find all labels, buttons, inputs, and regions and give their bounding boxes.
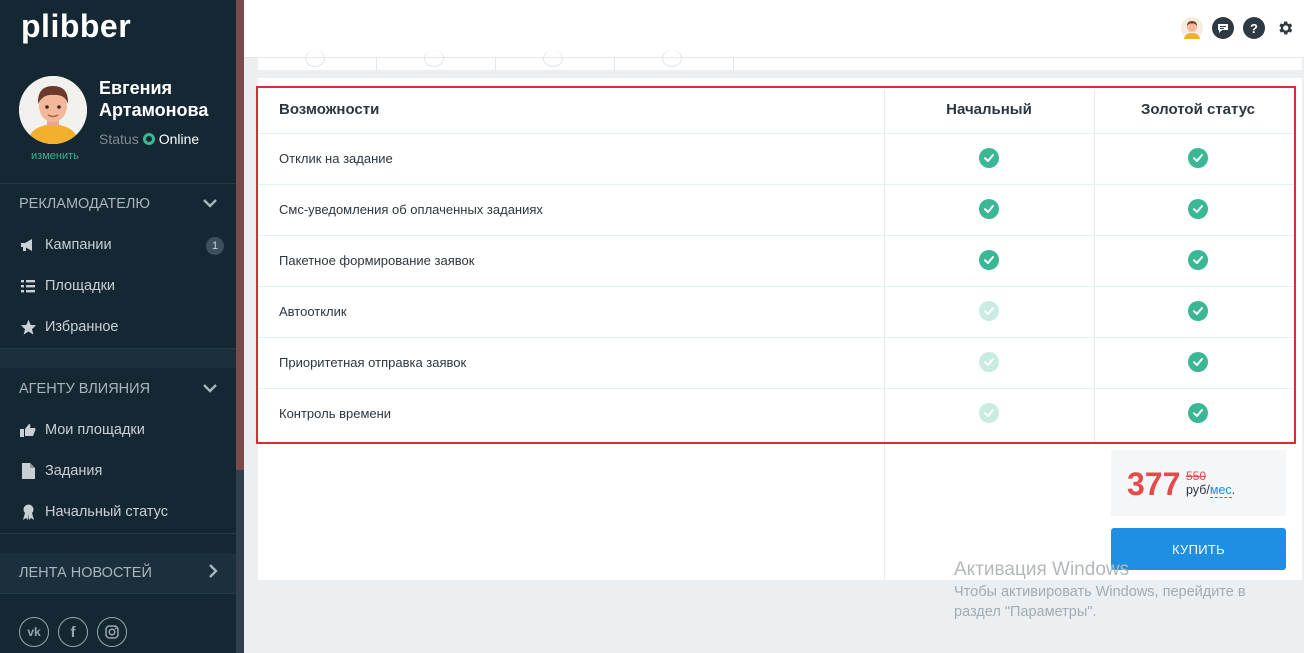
section-news-label: ЛЕНТА НОВОСТЕЙ	[19, 565, 152, 581]
sidebar: plibber изменить Евгения Артамонова Stat…	[0, 0, 244, 653]
chevron-down-icon	[202, 195, 218, 213]
status-label: Status	[99, 131, 139, 147]
document-icon	[19, 462, 37, 480]
sidebar-item-label: Избранное	[45, 319, 119, 335]
avatar[interactable]	[19, 76, 87, 144]
list-icon	[19, 277, 37, 295]
sidebar-scroll-track	[236, 470, 244, 653]
buy-button[interactable]: КУПИТЬ	[1111, 528, 1286, 570]
divider	[0, 348, 236, 349]
plan-tabs	[258, 50, 1302, 70]
help-icon[interactable]: ?	[1243, 17, 1265, 39]
sidebar-item-initial-status[interactable]: Начальный статус	[0, 492, 236, 532]
instagram-icon[interactable]	[97, 617, 127, 647]
user-last-name: Артамонова	[99, 100, 209, 120]
section-advertiser[interactable]: РЕКЛАМОДАТЕЛЮ	[0, 184, 236, 224]
section-advertiser-label: РЕКЛАМОДАТЕЛЮ	[19, 196, 151, 212]
sidebar-item-label: Начальный статус	[45, 504, 169, 520]
period-link[interactable]: мес	[1209, 483, 1232, 498]
user-avatar-icon[interactable]	[1181, 17, 1203, 39]
star-icon	[19, 318, 37, 336]
windows-activation-line: раздел "Параметры".	[954, 604, 1097, 620]
user-status: Status Online	[99, 131, 199, 147]
divider	[0, 593, 236, 594]
sidebar-item-my-platforms[interactable]: Мои площадки	[0, 410, 236, 450]
sidebar-item-campaigns[interactable]: Кампании 1	[0, 225, 236, 265]
social-links: vk f	[19, 617, 127, 647]
top-bar-icons: ?	[1181, 17, 1296, 39]
plan-tab[interactable]	[496, 50, 615, 70]
price-box: 377 550 руб/мес.	[1111, 450, 1286, 516]
sidebar-item-favorites[interactable]: Избранное	[0, 307, 236, 347]
highlight-frame	[256, 86, 1296, 444]
campaigns-count-badge: 1	[206, 237, 224, 255]
section-agent-label: АГЕНТУ ВЛИЯНИЯ	[19, 381, 151, 397]
sidebar-item-label: Задания	[45, 463, 103, 479]
facebook-icon[interactable]: f	[58, 617, 88, 647]
section-agent[interactable]: АГЕНТУ ВЛИЯНИЯ	[0, 369, 236, 409]
online-dot-icon	[142, 133, 155, 145]
chat-icon[interactable]	[1212, 17, 1234, 39]
gear-icon[interactable]	[1274, 17, 1296, 39]
old-price: 550	[1186, 469, 1207, 483]
sidebar-item-tasks[interactable]: Задания	[0, 451, 236, 491]
change-avatar-link[interactable]: изменить	[31, 150, 79, 162]
sidebar-item-platforms[interactable]: Площадки	[0, 266, 236, 306]
section-news[interactable]: ЛЕНТА НОВОСТЕЙ	[0, 553, 236, 593]
thumbs-up-icon	[19, 421, 37, 439]
top-bar: ?	[244, 0, 1304, 58]
period-suffix: .	[1231, 483, 1236, 497]
windows-activation-line: Чтобы активировать Windows, перейдите в	[954, 584, 1246, 600]
price-value: 377	[1127, 466, 1181, 502]
sidebar-item-label: Мои площадки	[45, 422, 145, 438]
currency-label: руб/	[1186, 483, 1210, 497]
section-spacer	[0, 348, 236, 368]
vk-icon[interactable]: vk	[19, 617, 49, 647]
user-first-name: Евгения	[99, 78, 173, 98]
chevron-right-icon	[208, 563, 218, 583]
status-value: Online	[158, 131, 200, 147]
megaphone-icon	[19, 236, 37, 254]
user-name: Евгения Артамонова	[99, 77, 234, 121]
award-icon	[19, 503, 37, 521]
app-logo[interactable]: plibber	[21, 8, 131, 45]
chevron-down-icon	[202, 380, 218, 398]
section-spacer	[0, 534, 236, 553]
price-unit: руб/мес.	[1186, 483, 1236, 498]
sidebar-scroll-accent	[236, 0, 244, 470]
plan-tab[interactable]	[615, 50, 734, 70]
plan-tab[interactable]	[258, 50, 377, 70]
windows-activation-title: Активация Windows	[954, 559, 1130, 580]
sidebar-item-label: Кампании	[45, 237, 112, 253]
sidebar-item-label: Площадки	[45, 278, 116, 294]
plan-tab[interactable]	[377, 50, 496, 70]
